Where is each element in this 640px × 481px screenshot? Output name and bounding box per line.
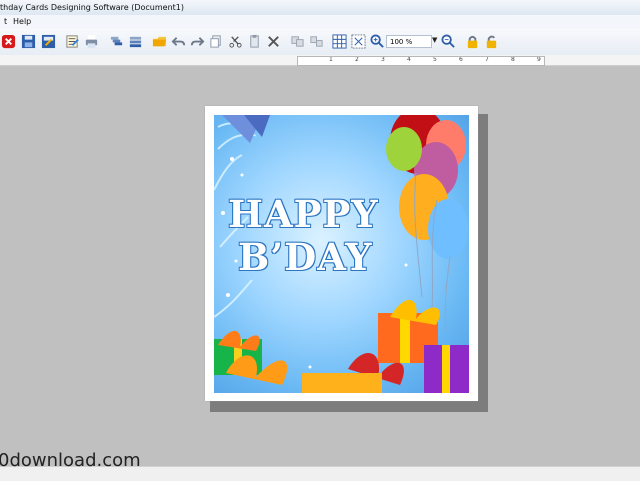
ruler-mark: 3	[381, 56, 385, 63]
send-back-icon[interactable]	[127, 33, 144, 50]
select-icon[interactable]	[350, 33, 367, 50]
zoom-dropdown[interactable]: 100 %	[386, 35, 432, 48]
save-as-icon[interactable]	[40, 33, 57, 50]
ruler-mark: 8	[511, 56, 515, 63]
ungroup-icon[interactable]	[308, 33, 325, 50]
ruler-mark: 1	[329, 56, 333, 63]
card-heading-line2: B’DAY	[238, 235, 373, 279]
open-folder-icon[interactable]	[151, 33, 168, 50]
undo-icon[interactable]	[170, 33, 187, 50]
zoom-out-icon[interactable]	[440, 33, 457, 50]
ruler-mark: 4	[407, 56, 411, 63]
toolbar: 100 % ▼	[0, 29, 640, 56]
delete-icon[interactable]	[265, 33, 282, 50]
card-page[interactable]: HAPPY B’DAY	[205, 106, 478, 401]
card-heading-line1: HAPPY	[228, 192, 379, 236]
ruler-mark: 5	[433, 56, 437, 63]
grid-icon[interactable]	[331, 33, 348, 50]
window-title: thday Cards Designing Software (Document…	[0, 3, 185, 12]
cut-icon[interactable]	[227, 33, 244, 50]
menu-bar: t Help	[0, 15, 640, 29]
menu-item-partial[interactable]: t	[4, 15, 7, 29]
paste-icon[interactable]	[246, 33, 263, 50]
watermark-text: 0download.com	[0, 450, 141, 471]
redo-icon[interactable]	[189, 33, 206, 50]
group-icon[interactable]	[289, 33, 306, 50]
print-icon[interactable]	[83, 33, 100, 50]
unlock-icon[interactable]	[483, 33, 500, 50]
save-icon[interactable]	[20, 33, 37, 50]
zoom-in-icon[interactable]	[369, 33, 386, 50]
ruler-mark: 6	[459, 56, 463, 63]
birthday-card-design[interactable]: HAPPY B’DAY	[214, 115, 469, 393]
close-icon[interactable]	[0, 33, 17, 50]
design-canvas[interactable]: HAPPY B’DAY	[0, 66, 640, 466]
ruler-mark: 2	[355, 56, 359, 63]
ruler-mark: 7	[485, 56, 489, 63]
lock-icon[interactable]	[464, 33, 481, 50]
properties-icon[interactable]	[64, 33, 81, 50]
menu-item-help[interactable]: Help	[13, 15, 31, 29]
ruler-mark: 9	[537, 56, 541, 63]
horizontal-ruler[interactable]: 1 2 3 4 5 6 7 8 9	[297, 56, 545, 66]
bring-front-icon[interactable]	[108, 33, 125, 50]
copy-icon[interactable]	[208, 33, 225, 50]
title-bar: thday Cards Designing Software (Document…	[0, 0, 640, 16]
ruler-area: 1 2 3 4 5 6 7 8 9	[0, 55, 640, 66]
chevron-down-icon[interactable]: ▼	[432, 36, 437, 44]
